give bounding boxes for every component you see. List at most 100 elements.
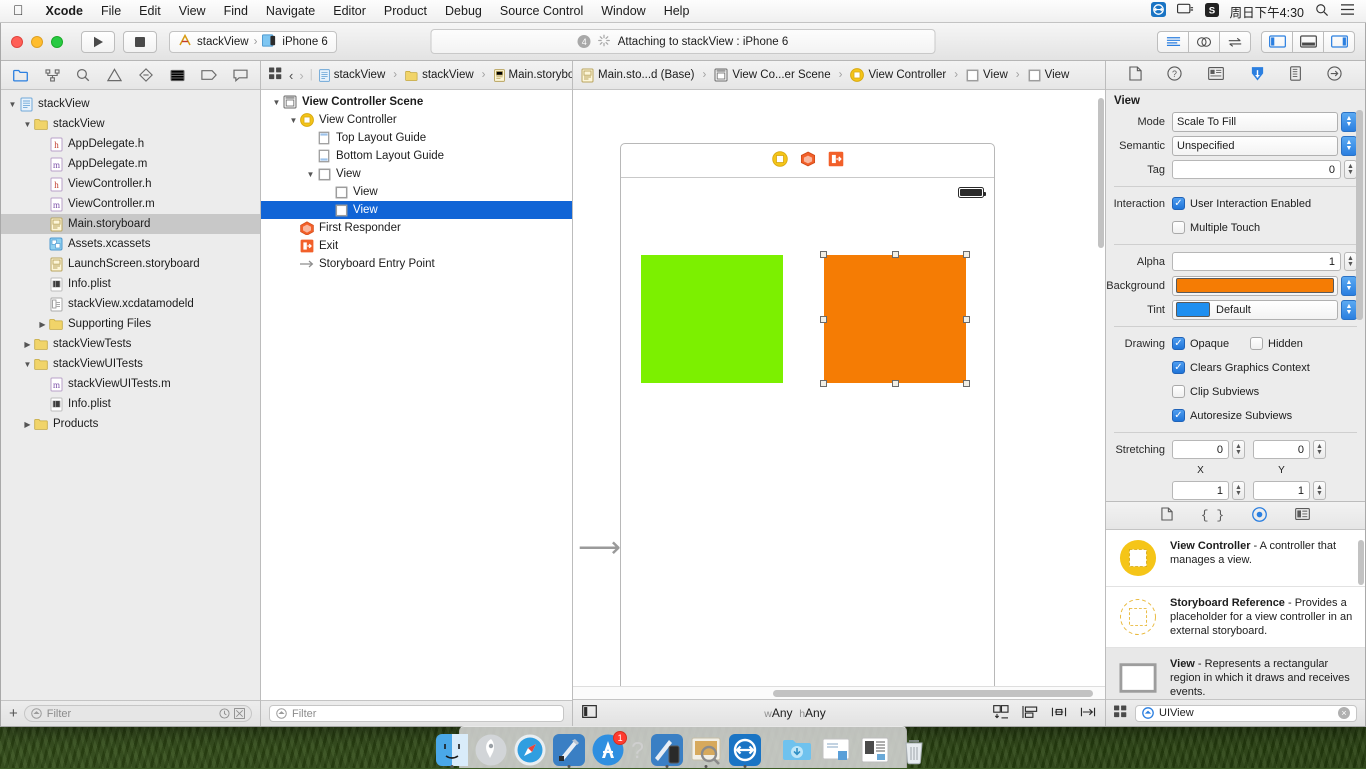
media-library-icon[interactable] xyxy=(1295,508,1310,523)
file-tree-row[interactable]: hViewController.h xyxy=(1,174,260,194)
dock-item-safari[interactable] xyxy=(514,734,546,766)
first-responder-icon[interactable] xyxy=(800,151,816,170)
assistant-editor-button[interactable] xyxy=(1188,31,1220,53)
outline-row[interactable]: First Responder xyxy=(261,219,572,237)
background-color-well[interactable] xyxy=(1172,276,1338,296)
library-layout-toggle-icon[interactable] xyxy=(1114,705,1128,721)
library-filter-clear-icon[interactable]: × xyxy=(1338,707,1350,719)
tint-popup-arrows[interactable]: ▲▼ xyxy=(1341,300,1357,320)
green-view[interactable] xyxy=(641,255,783,383)
file-tree-row[interactable]: Assets.xcassets xyxy=(1,234,260,254)
breadcrumb-project[interactable]: stackView xyxy=(319,69,386,82)
outline-row[interactable]: Storyboard Entry Point xyxy=(261,255,572,273)
editor-breadcrumb[interactable]: Main.sto...d (Base) xyxy=(581,68,695,83)
file-tree-row[interactable]: ▶Products xyxy=(1,414,260,434)
menu-item-source-control[interactable]: Source Control xyxy=(491,4,592,18)
inspector-scrollbar[interactable] xyxy=(1356,110,1363,320)
user-interaction-enabled-checkbox[interactable]: ✓ User Interaction Enabled xyxy=(1172,197,1311,210)
dock-item-app-store[interactable]: 1 xyxy=(592,734,624,766)
dock-item-trash[interactable] xyxy=(898,734,930,766)
add-file-button[interactable]: + xyxy=(9,706,18,721)
editor-breadcrumb[interactable]: View xyxy=(966,69,1008,82)
disclosure-triangle[interactable]: ▼ xyxy=(271,98,282,107)
resize-handle[interactable] xyxy=(963,380,970,387)
notification-center-icon[interactable] xyxy=(1340,3,1355,19)
resize-handle[interactable] xyxy=(820,316,827,323)
mode-popup-arrows[interactable]: ▲▼ xyxy=(1341,112,1357,132)
go-forward-button[interactable]: › xyxy=(299,68,303,83)
airplay-icon[interactable] xyxy=(1177,3,1194,20)
menu-item-find[interactable]: Find xyxy=(215,4,257,18)
outline-tree[interactable]: ▼View Controller Scene▼View ControllerTo… xyxy=(261,90,572,700)
file-tree-row[interactable]: ▼stackViewUITests xyxy=(1,354,260,374)
stretching-height-stepper[interactable]: ▲▼ xyxy=(1313,481,1326,500)
library-scrollbar[interactable] xyxy=(1358,540,1364,585)
view-controller-scene[interactable] xyxy=(620,143,995,699)
clip-subviews-checkbox[interactable]: Clip Subviews xyxy=(1172,385,1259,398)
file-tree-row[interactable]: ▼stackView xyxy=(1,94,260,114)
menu-item-edit[interactable]: Edit xyxy=(130,4,170,18)
disclosure-triangle[interactable]: ▼ xyxy=(288,116,299,125)
connections-inspector-icon[interactable] xyxy=(1327,66,1342,84)
opaque-checkbox[interactable]: ✓ Opaque xyxy=(1172,337,1250,350)
semantic-popup[interactable]: Unspecified xyxy=(1172,136,1338,156)
dock-item-simulator[interactable] xyxy=(651,734,683,766)
autoresize-subviews-checkbox[interactable]: ✓ Autoresize Subviews xyxy=(1172,409,1292,422)
outline-row[interactable]: View xyxy=(261,201,572,219)
file-template-library-icon[interactable] xyxy=(1161,507,1173,524)
semantic-popup-arrows[interactable]: ▲▼ xyxy=(1341,136,1357,156)
size-inspector-icon[interactable] xyxy=(1290,66,1301,84)
file-tree-row[interactable]: hAppDelegate.h xyxy=(1,134,260,154)
outline-row[interactable]: ▼View Controller xyxy=(261,111,572,129)
resize-handle[interactable] xyxy=(820,380,827,387)
teamviewer-icon[interactable] xyxy=(1151,2,1166,20)
size-class-indicator[interactable]: wAny hAny xyxy=(597,706,993,720)
toggle-debug-area-button[interactable] xyxy=(1292,31,1324,53)
library-filter-input[interactable]: UIView × xyxy=(1135,705,1357,722)
outline-row[interactable]: ▼View Controller Scene xyxy=(261,93,572,111)
debug-navigator-tab-icon[interactable] xyxy=(167,65,189,85)
dock-item-xcode[interactable] xyxy=(553,734,585,766)
breadcrumb-group[interactable]: stackView xyxy=(405,69,474,81)
align-icon[interactable] xyxy=(993,705,1009,722)
menu-item-window[interactable]: Window xyxy=(592,4,654,18)
disclosure-triangle[interactable]: ▼ xyxy=(22,120,33,129)
file-tree-row[interactable]: ▶Supporting Files xyxy=(1,314,260,334)
menu-item-help[interactable]: Help xyxy=(655,4,699,18)
project-navigator-tab-icon[interactable] xyxy=(10,65,32,85)
tag-input[interactable]: 0 xyxy=(1172,160,1341,179)
exit-icon[interactable] xyxy=(828,151,844,170)
dock-item-document-stack[interactable] xyxy=(820,734,852,766)
stretching-y-stepper[interactable]: ▲▼ xyxy=(1313,440,1326,459)
disclosure-triangle[interactable]: ▼ xyxy=(305,170,316,179)
menu-item-debug[interactable]: Debug xyxy=(436,4,491,18)
test-navigator-tab-icon[interactable] xyxy=(135,65,157,85)
dock-item-placeholder[interactable]: ? xyxy=(631,734,644,766)
stretching-width-stepper[interactable]: ▲▼ xyxy=(1232,481,1245,500)
resize-handle[interactable] xyxy=(892,251,899,258)
menu-item-xcode[interactable]: Xcode xyxy=(37,4,93,18)
menu-item-file[interactable]: File xyxy=(92,4,130,18)
outline-row[interactable]: ▼View xyxy=(261,165,572,183)
resize-handle[interactable] xyxy=(892,380,899,387)
disclosure-triangle[interactable]: ▶ xyxy=(37,320,48,329)
menu-item-view[interactable]: View xyxy=(170,4,215,18)
disclosure-triangle[interactable]: ▶ xyxy=(22,340,33,349)
file-tree-row[interactable]: mViewController.m xyxy=(1,194,260,214)
stop-button[interactable] xyxy=(123,31,157,53)
menu-item-editor[interactable]: Editor xyxy=(324,4,375,18)
menu-item-navigate[interactable]: Navigate xyxy=(257,4,324,18)
file-tree-row[interactable]: stackView.xcdatamodeld xyxy=(1,294,260,314)
resolve-issues-icon[interactable] xyxy=(1051,705,1067,722)
toggle-utilities-button[interactable] xyxy=(1323,31,1355,53)
hidden-checkbox[interactable]: Hidden xyxy=(1250,337,1303,350)
minimize-window-button[interactable] xyxy=(31,36,43,48)
resizing-behaviour-icon[interactable] xyxy=(1080,705,1096,722)
run-button[interactable] xyxy=(81,31,115,53)
breadcrumb-file[interactable]: Main.storyboard xyxy=(494,69,573,82)
background-popup-arrows[interactable]: ▲▼ xyxy=(1341,276,1357,296)
dock-item-teamviewer[interactable] xyxy=(729,734,761,766)
search-navigator-tab-icon[interactable] xyxy=(72,65,94,85)
breakpoint-navigator-tab-icon[interactable] xyxy=(198,65,220,85)
issue-navigator-tab-icon[interactable] xyxy=(104,65,126,85)
